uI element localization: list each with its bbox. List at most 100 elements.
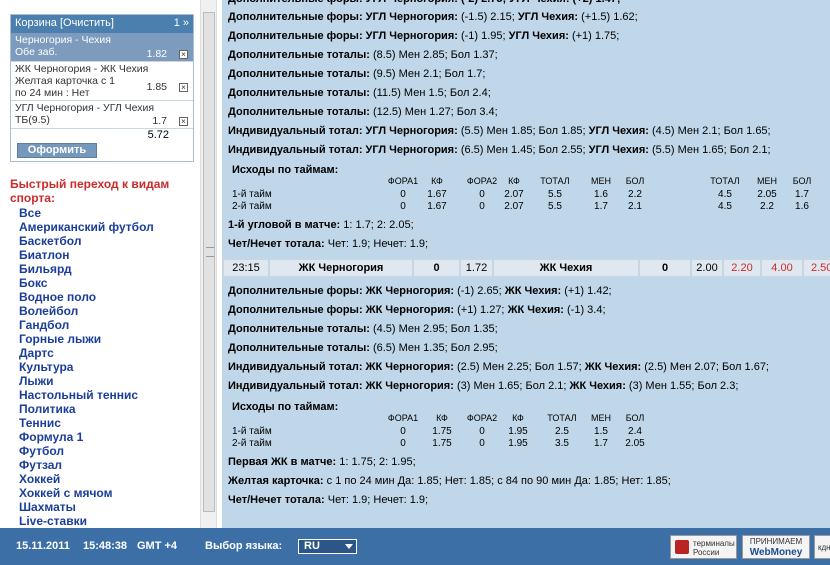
halves-cell[interactable]: 2.5 xyxy=(542,426,582,437)
halves-cell[interactable]: 5.5 xyxy=(535,201,575,212)
sport-link[interactable]: Live-ставки xyxy=(19,514,154,528)
remove-item-icon[interactable]: × xyxy=(179,117,188,126)
market-label: Дополнительные тоталы: xyxy=(228,106,370,118)
sport-link[interactable]: Бокс xyxy=(19,276,154,290)
halves-col-header: БОЛ xyxy=(625,176,645,186)
sport-link[interactable]: Бильярд xyxy=(19,262,154,276)
terminals-badge[interactable]: терминалы России xyxy=(670,535,737,559)
halves-cell[interactable]: 1.6 xyxy=(782,201,822,212)
halves-col-header: ТОТАЛ xyxy=(547,413,577,423)
market-label: Индивидуальный тотал: УГЛ Черногория: xyxy=(228,125,458,137)
halves-col-header: МЕН xyxy=(757,176,777,186)
scrollbar-thumb[interactable] xyxy=(203,12,215,512)
halves-cell[interactable]: 2.07 xyxy=(494,201,534,212)
match-kf1-odds[interactable]: 1.72 xyxy=(461,260,492,276)
sport-link[interactable]: Все xyxy=(19,206,154,220)
halves-cell[interactable]: 2.2 xyxy=(747,201,787,212)
partial-badge[interactable]: кдн xyxy=(814,535,830,559)
bet-basket: Корзина [Очистить] 1 » Черногория - Чехи… xyxy=(10,14,194,162)
halves-cell[interactable]: 2.4 xyxy=(615,426,655,437)
halves-cell[interactable]: 2.1 xyxy=(615,201,655,212)
sport-link[interactable]: Гандбол xyxy=(19,318,154,332)
market-label: Индивидуальный тотал: УГЛ Черногория: xyxy=(228,144,458,156)
market-label: Первая ЖК в матче: xyxy=(228,456,337,468)
halves-cell[interactable]: 1.67 xyxy=(417,201,457,212)
market-label: Дополнительные тоталы: xyxy=(228,87,370,99)
halves-cell[interactable]: 4.5 xyxy=(705,201,745,212)
sport-link[interactable]: Волейбол xyxy=(19,304,154,318)
match-under-odds[interactable]: 4.00 xyxy=(762,260,802,276)
halves-cell[interactable]: 2.2 xyxy=(615,189,655,200)
footer-timezone: GMT +4 xyxy=(137,540,178,552)
halves-cell[interactable]: 1.7 xyxy=(782,189,822,200)
halves-cell[interactable]: 2.05 xyxy=(747,189,787,200)
halves-col-header: КФ xyxy=(512,413,524,423)
halves-cell[interactable]: 1.67 xyxy=(417,189,457,200)
sport-link[interactable]: Хоккей с мячом xyxy=(19,486,154,500)
remove-item-icon[interactable]: × xyxy=(179,50,188,59)
basket-item-event: Черногория - Чехия xyxy=(15,34,111,46)
halves-cell[interactable]: 0 xyxy=(383,426,423,437)
halves-cell[interactable]: 0 xyxy=(462,438,502,449)
match-total[interactable]: 2.20 xyxy=(724,260,760,276)
sport-link[interactable]: Дартс xyxy=(19,346,154,360)
basket-header: Корзина [Очистить] 1 » xyxy=(11,15,193,33)
sport-link[interactable]: Политика xyxy=(19,402,154,416)
market-label: ЖК Чехия: xyxy=(504,285,562,297)
halves-cell[interactable]: 3.5 xyxy=(542,438,582,449)
first-corner-line: 1-й угловой в матче: 1: 1.7; 2: 2.05; xyxy=(228,219,414,231)
halves-col-header: ТОТАЛ xyxy=(540,176,570,186)
sport-link[interactable]: Биатлон xyxy=(19,248,154,262)
halves-col-header: ФОРА2 xyxy=(466,413,498,423)
checkout-button[interactable]: Оформить xyxy=(17,143,97,158)
sport-link[interactable]: Хоккей xyxy=(19,472,154,486)
basket-count-link[interactable]: 1 » xyxy=(174,17,189,31)
halves-cell[interactable]: 1.95 xyxy=(498,438,538,449)
halves-cell[interactable]: 0 xyxy=(383,438,423,449)
market-odds: (-1) 2.65; xyxy=(454,285,505,297)
sport-link[interactable]: Водное поло xyxy=(19,290,154,304)
sport-link[interactable]: Американский футбол xyxy=(19,220,154,234)
market-label: Дополнительные тоталы: xyxy=(228,49,370,61)
scrollbar-grip-icon xyxy=(206,247,214,257)
sport-link[interactable]: Теннис xyxy=(19,416,154,430)
webmoney-badge-logo: WebMoney xyxy=(749,547,803,558)
basket-item[interactable]: ЖК Черногория - ЖК Чехия Желтая карточка… xyxy=(11,62,193,101)
sport-link[interactable]: Лыжи xyxy=(19,374,154,388)
halves-cell[interactable]: 5.5 xyxy=(535,189,575,200)
sport-link[interactable]: Культура xyxy=(19,360,154,374)
halves-cell[interactable]: 1.75 xyxy=(422,426,462,437)
basket-item[interactable]: УГЛ Черногория - УГЛ Чехия ТБ(9.5) 1.7 × xyxy=(11,101,193,129)
sport-link[interactable]: Формула 1 xyxy=(19,430,154,444)
basket-item[interactable]: Черногория - Чехия Обе заб. 1.82 × xyxy=(11,33,193,62)
match-kf2-odds[interactable]: 2.00 xyxy=(692,260,722,276)
market-line: Индивидуальный тотал: ЖК Черногория: (2.… xyxy=(228,361,769,373)
scrollbar[interactable] xyxy=(200,0,217,528)
basket-title-clear-link[interactable]: Корзина [Очистить] xyxy=(15,17,114,31)
sport-link[interactable]: Настольный теннис xyxy=(19,388,154,402)
halves-cell[interactable]: 1.95 xyxy=(498,426,538,437)
odd-even-line: Чет/Нечет тотала: Чет: 1.9; Нечет: 1.9; xyxy=(228,494,428,506)
market-label: ЖК Чехия: xyxy=(569,380,626,392)
halves-cell[interactable]: 2.05 xyxy=(615,438,655,449)
sport-link[interactable]: Баскетбол xyxy=(19,234,154,248)
webmoney-badge-top: ПРИНИМАЕМ xyxy=(749,537,803,546)
halves-cell[interactable]: 4.5 xyxy=(705,189,745,200)
language-select[interactable]: RU xyxy=(298,539,357,554)
sport-link[interactable]: Футзал xyxy=(19,458,154,472)
halves-col-header: ТОТАЛ xyxy=(710,176,740,186)
halves-cell[interactable]: 1.75 xyxy=(422,438,462,449)
market-odds: (-1) 1.95; xyxy=(457,30,509,42)
sport-link[interactable]: Футбол xyxy=(19,444,154,458)
market-line: Дополнительные форы: ЖК Черногория: (+1)… xyxy=(228,304,606,316)
match-over-odds[interactable]: 2.50 xyxy=(804,260,830,276)
remove-item-icon[interactable]: × xyxy=(179,83,188,92)
market-odds: (6.5) Мен 1.45; Бол 2.55; xyxy=(457,144,589,156)
halves-cell[interactable]: 0 xyxy=(462,426,502,437)
halves-row-label: 2-й тайм xyxy=(232,201,272,212)
sport-link[interactable]: Горные лыжи xyxy=(19,332,154,346)
halves-cell[interactable]: 2.07 xyxy=(494,189,534,200)
market-label: Дополнительные форы: ЖК Черногория: xyxy=(228,285,455,297)
webmoney-badge[interactable]: ПРИНИМАЕМ WebMoney xyxy=(742,535,810,559)
sport-link[interactable]: Шахматы xyxy=(19,500,154,514)
